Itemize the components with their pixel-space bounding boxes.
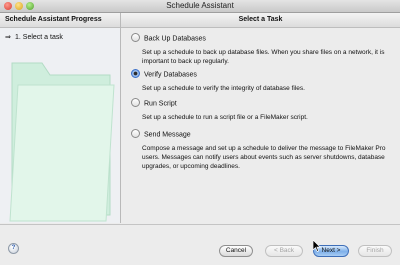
option-label: Run Script	[144, 100, 177, 108]
arrow-right-icon: ⇒	[5, 34, 11, 41]
help-icon[interactable]: ?	[8, 243, 19, 254]
option-send-message[interactable]: Send Message Compose a message and set u…	[131, 129, 393, 171]
panel-heading: Select a Task	[121, 13, 400, 28]
option-run-script[interactable]: Run Script Set up a schedule to run a sc…	[131, 98, 393, 122]
option-description: Set up a schedule to verify the integrit…	[142, 85, 305, 92]
option-verify-databases[interactable]: Verify Databases Set up a schedule to ve…	[131, 69, 393, 93]
option-label: Verify Databases	[144, 71, 197, 79]
radio-run-script[interactable]	[131, 98, 140, 107]
back-button[interactable]: < Back	[265, 245, 303, 257]
schedule-assistant-window: Schedule Assistant Schedule Assistant Pr…	[0, 0, 400, 265]
option-label: Back Up Databases	[144, 35, 206, 43]
option-description: Set up a schedule to run a script file o…	[142, 114, 308, 121]
option-label: Send Message	[144, 131, 191, 139]
finish-button[interactable]: Finish	[358, 245, 392, 257]
sidebar-heading: Schedule Assistant Progress	[0, 13, 120, 28]
radio-send-message[interactable]	[131, 129, 140, 138]
option-back-up-databases[interactable]: Back Up Databases Set up a schedule to b…	[131, 33, 393, 66]
step-select-task: ⇒ 1. Select a task	[5, 33, 63, 41]
button-bar: ? Cancel < Back Next > Finish	[0, 224, 400, 265]
folder-graphic	[9, 62, 115, 222]
step-label: 1. Select a task	[15, 34, 63, 41]
window-title: Schedule Assistant	[166, 1, 234, 10]
mouse-pointer-icon	[313, 240, 321, 252]
title-bar: Schedule Assistant	[0, 0, 400, 13]
option-description: Set up a schedule to back up database fi…	[142, 49, 385, 65]
radio-back-up-databases[interactable]	[131, 33, 140, 42]
progress-sidebar: Schedule Assistant Progress ⇒ 1. Select a…	[0, 13, 121, 223]
cancel-button[interactable]: Cancel	[219, 245, 253, 257]
task-panel: Select a Task Back Up Databases Set up a…	[121, 13, 400, 223]
radio-verify-databases[interactable]	[131, 69, 140, 78]
option-description: Compose a message and set up a schedule …	[142, 145, 386, 170]
